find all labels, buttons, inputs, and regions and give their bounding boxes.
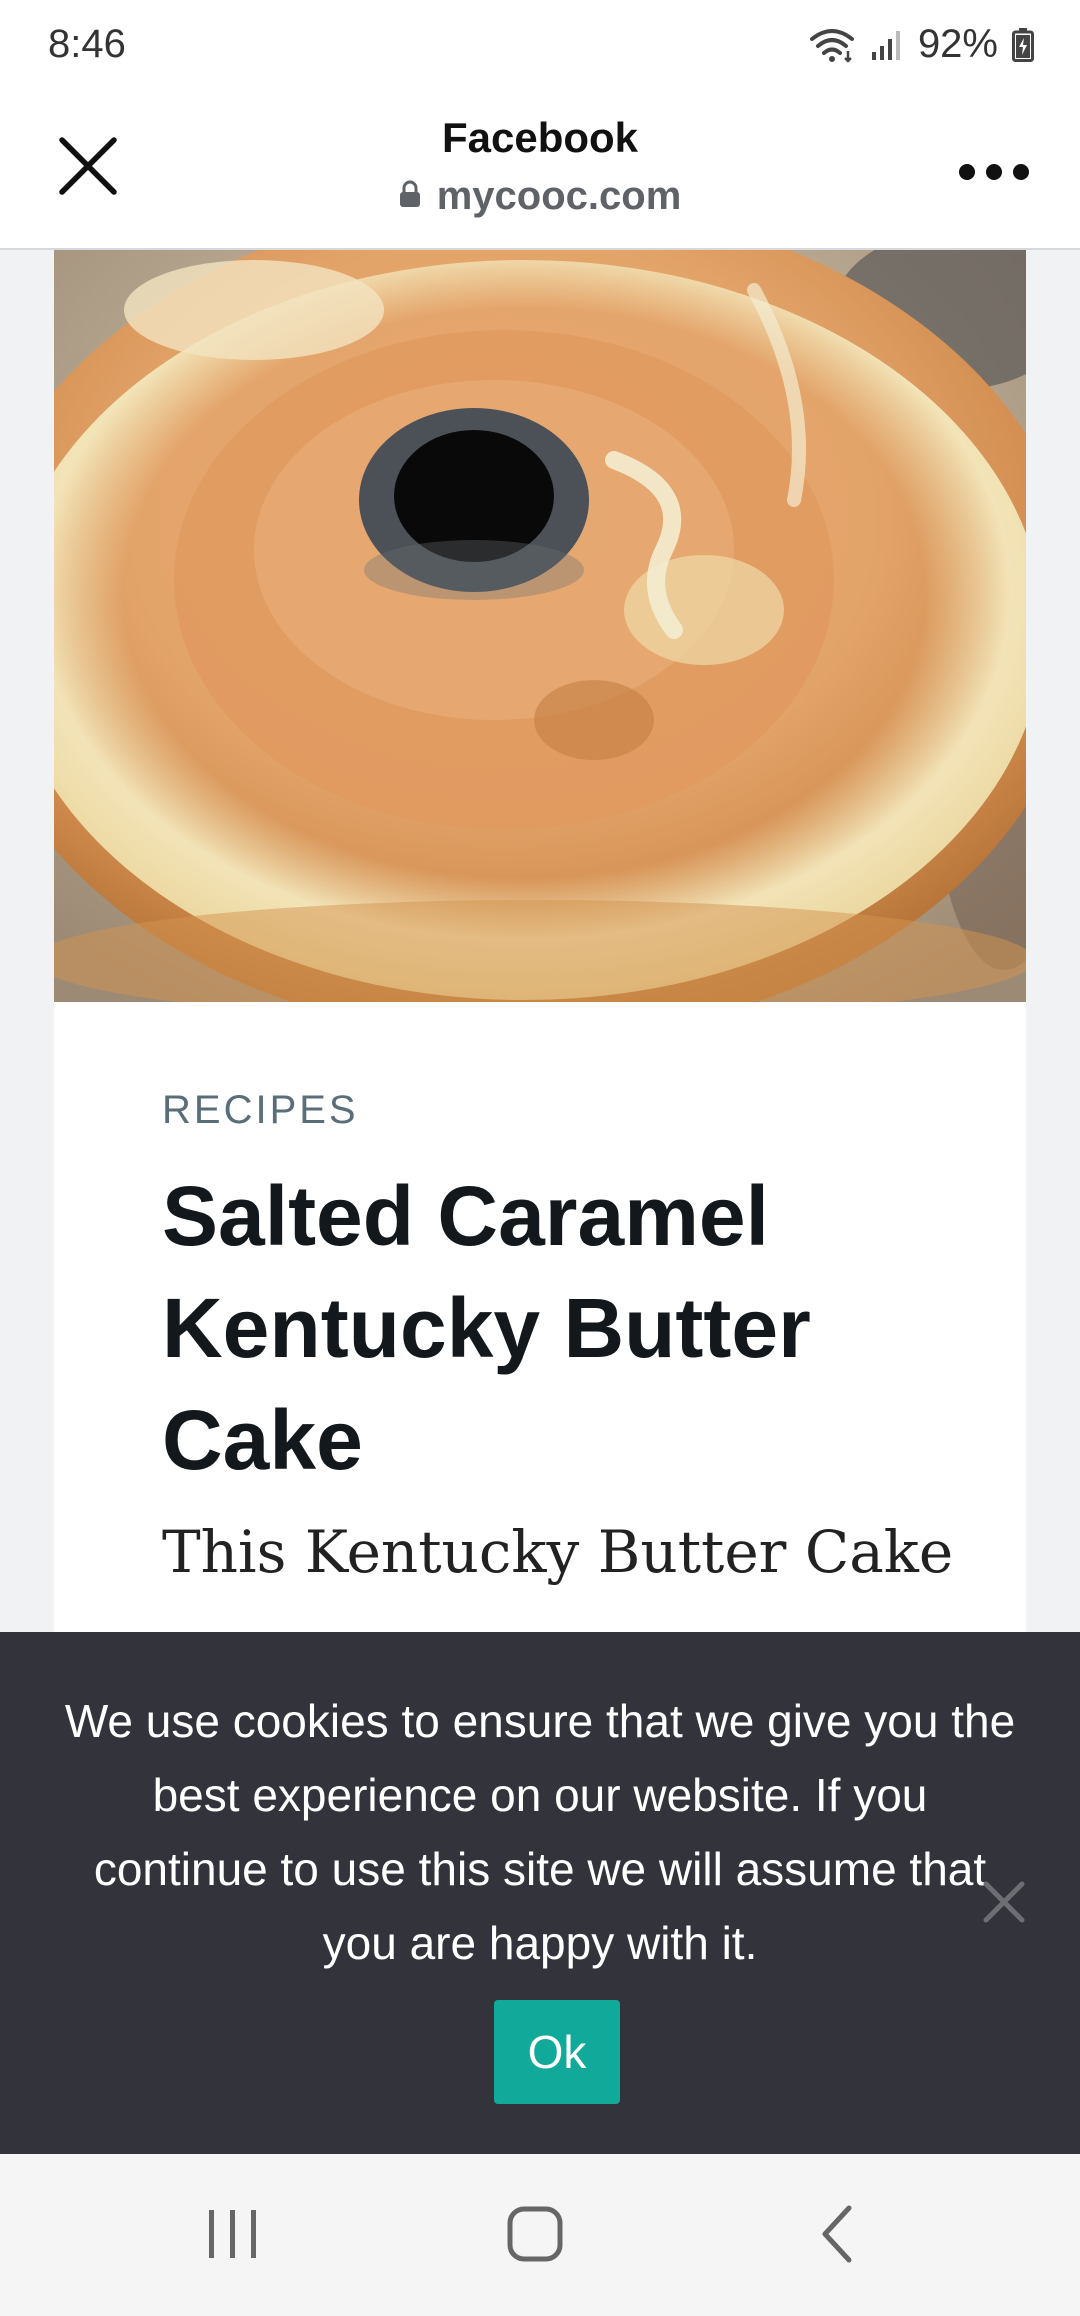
cookie-banner: We use cookies to ensure that we give yo…: [0, 1632, 1080, 2154]
header-url: mycooc.com: [436, 174, 682, 218]
more-options-button[interactable]: [954, 142, 1034, 202]
more-options-icon: [959, 164, 1029, 180]
article-title: Salted Caramel Kentucky Butter Cake: [162, 1169, 811, 1487]
battery-percentage: 92%: [917, 22, 998, 66]
cake-photo: [54, 250, 1026, 1002]
article-card: RECIPES Salted Caramel Kentucky Butter C…: [54, 250, 1026, 1632]
status-bar: 8:46 92%: [0, 0, 1080, 92]
in-app-browser-header: Facebook mycooc.com: [0, 92, 1080, 250]
wifi-icon: [808, 25, 856, 65]
battery-charging-icon: [1012, 27, 1034, 62]
system-nav-bar: [0, 2154, 1080, 2316]
article-excerpt: This Kentucky Butter Cake: [162, 1518, 954, 1586]
cookie-ok-button[interactable]: Ok: [494, 2000, 620, 2104]
recent-apps-button[interactable]: [188, 2194, 278, 2274]
close-icon: [59, 137, 117, 195]
article-category[interactable]: RECIPES: [162, 1088, 359, 1133]
home-icon: [507, 2206, 563, 2262]
close-icon: [983, 1881, 1025, 1923]
back-button[interactable]: [792, 2194, 882, 2274]
url-row[interactable]: mycooc.com: [240, 170, 840, 222]
header-title-block: Facebook mycooc.com: [240, 110, 840, 222]
close-button[interactable]: [50, 128, 126, 204]
page-content[interactable]: RECIPES Salted Caramel Kentucky Butter C…: [0, 250, 1080, 1632]
cookie-close-button[interactable]: [966, 1864, 1042, 1940]
signal-icon: [870, 28, 904, 62]
back-icon: [822, 2205, 852, 2263]
recent-apps-icon: [209, 2210, 256, 2258]
status-time: 8:46: [48, 22, 126, 66]
home-button[interactable]: [490, 2194, 580, 2274]
header-title: Facebook: [441, 114, 639, 161]
lock-icon: [399, 180, 421, 213]
cookie-message: We use cookies to ensure that we give yo…: [64, 1695, 1016, 1969]
status-icons: 92%: [808, 22, 1034, 67]
